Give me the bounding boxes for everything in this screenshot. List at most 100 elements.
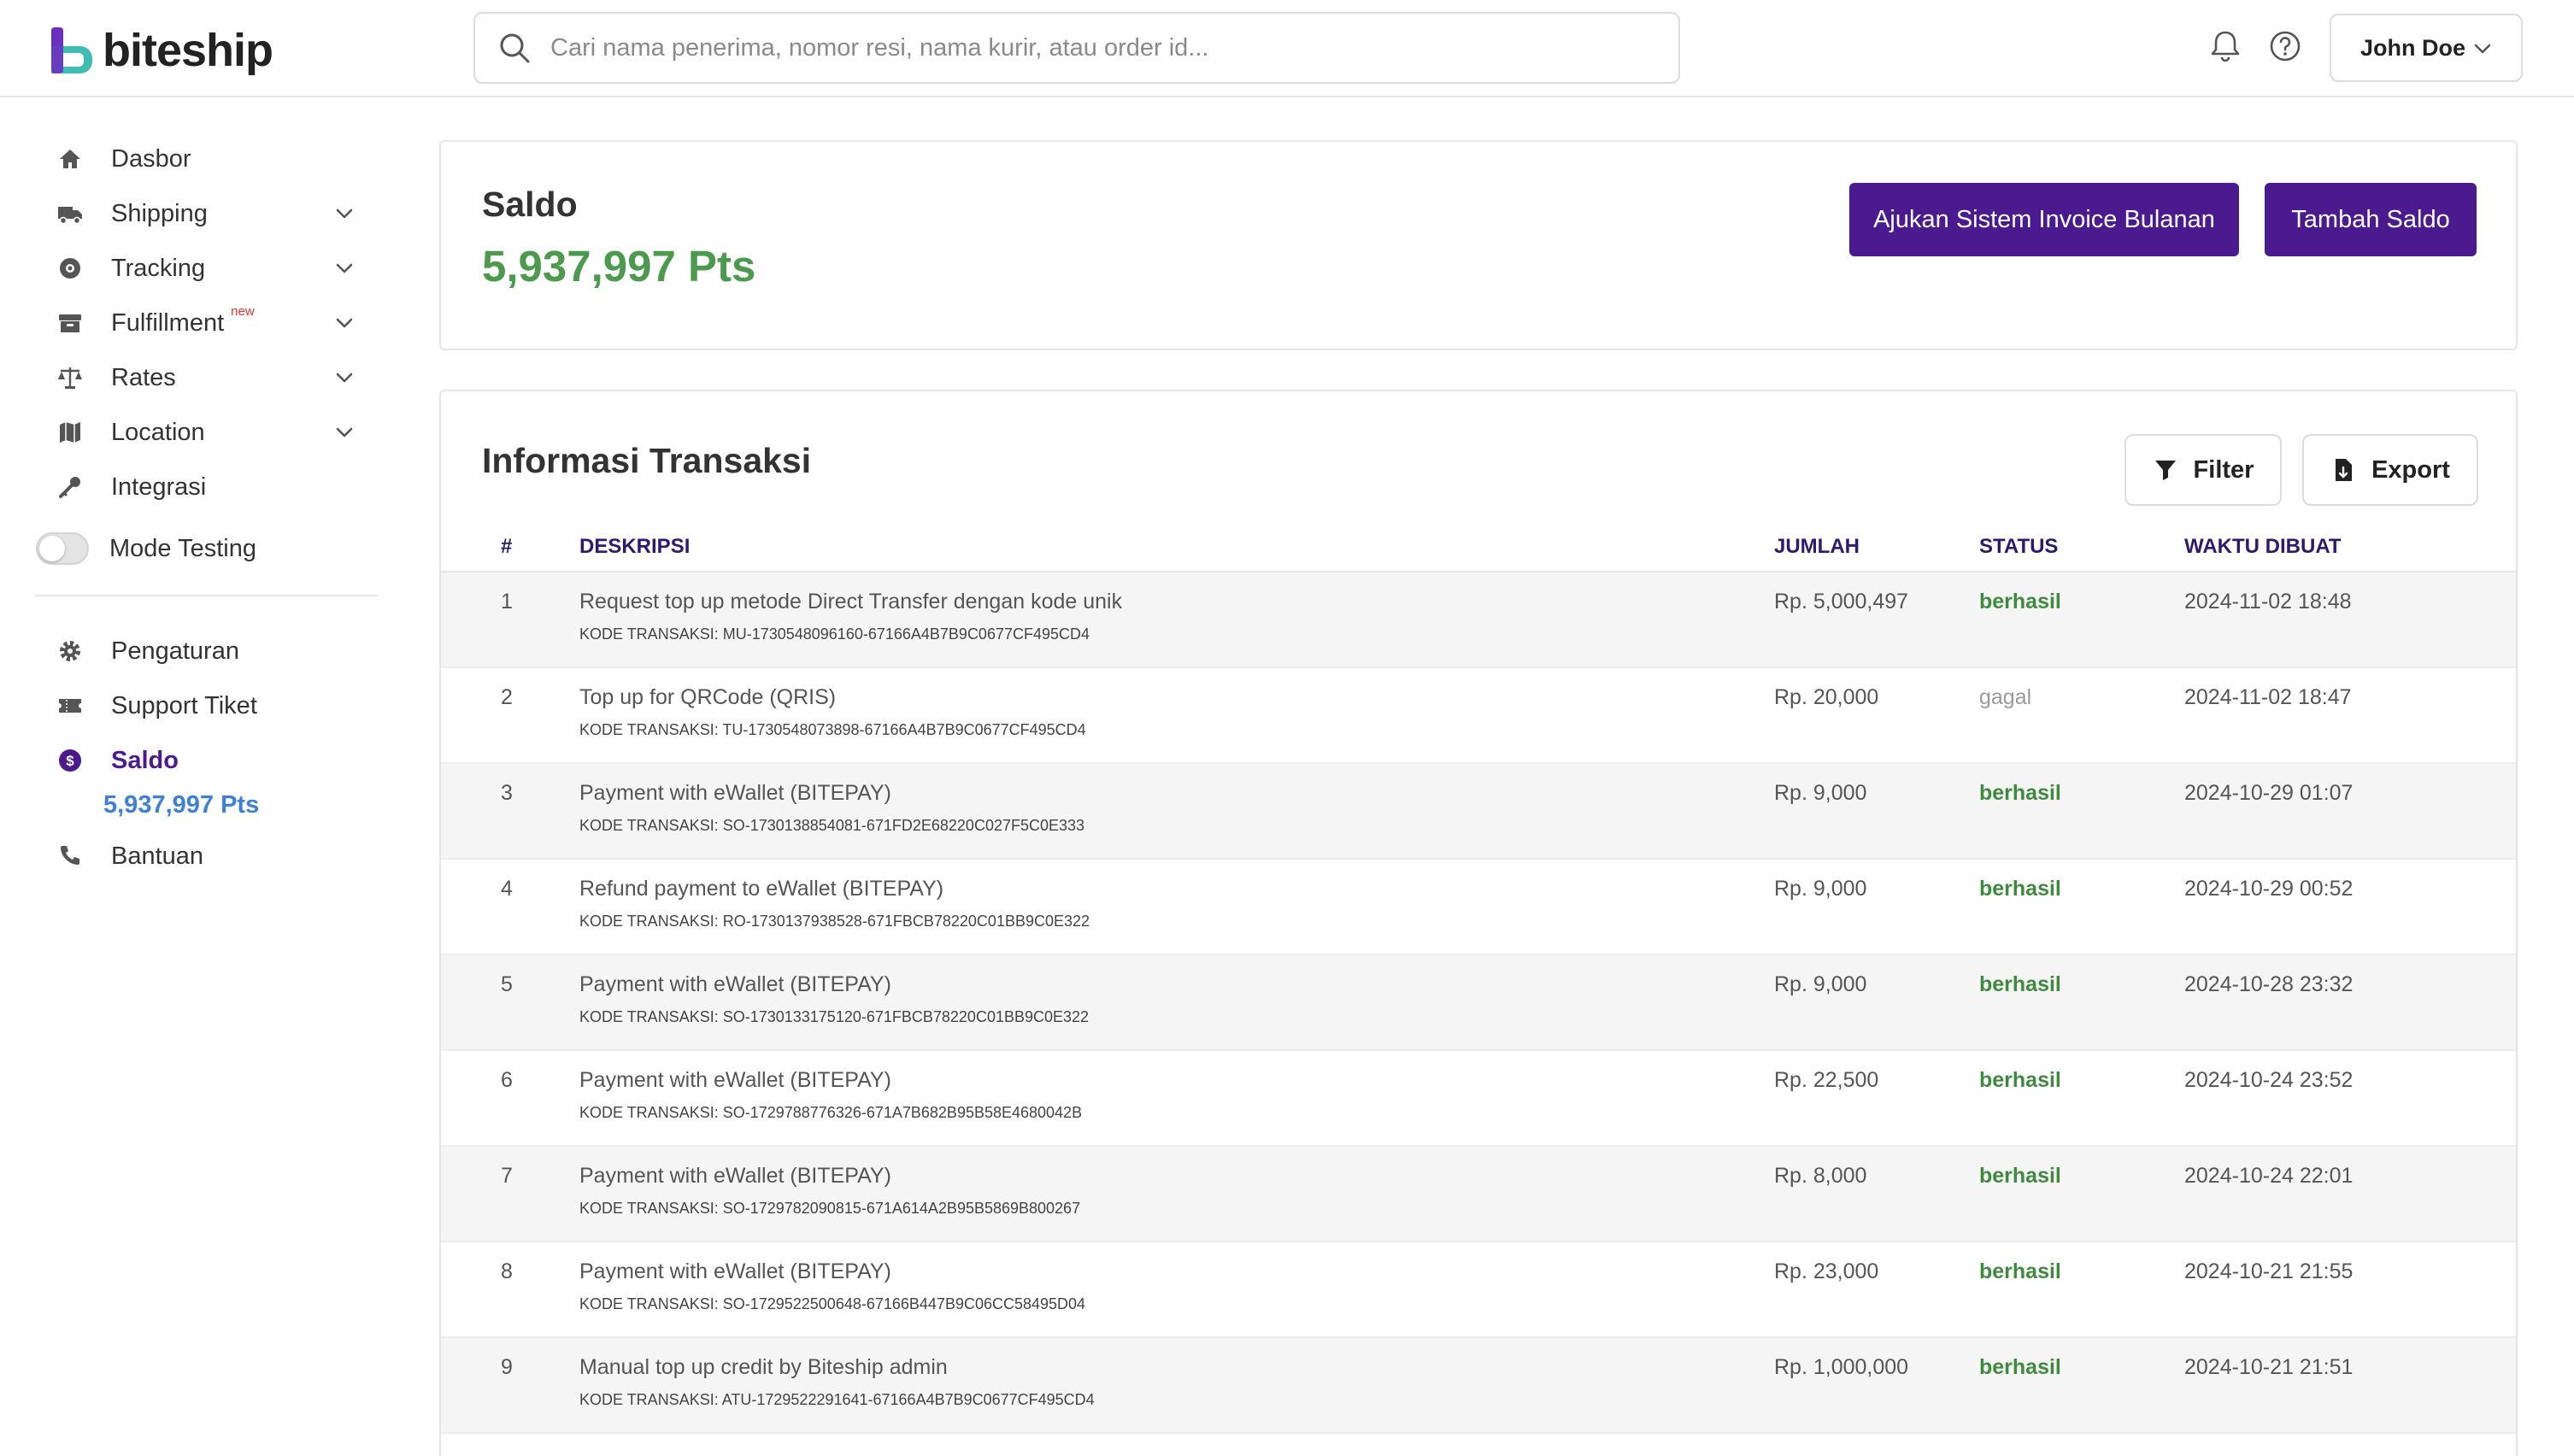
export-file-icon <box>2336 459 2353 481</box>
search-bar[interactable] <box>473 12 1680 84</box>
row-transaction-code: KODE TRANSAKSI: SO-1729782090815-671A614… <box>579 1200 1081 1217</box>
truck-icon <box>53 197 87 231</box>
row-number: 4 <box>501 877 513 901</box>
row-created-time: 2024-11-02 18:47 <box>2184 685 2352 709</box>
sidebar-item-location[interactable]: Location <box>34 407 376 458</box>
sidebar-item-label: Location <box>111 418 205 446</box>
new-badge: new <box>231 303 255 319</box>
biteship-logo[interactable]: biteship <box>51 24 273 77</box>
sidebar-item-label: Tracking <box>111 254 206 282</box>
row-description: Manual top up credit by Biteship admin <box>579 1355 948 1379</box>
row-description: Payment with eWallet (BITEPAY) <box>579 972 891 996</box>
filter-button[interactable]: Filter <box>2124 434 2282 506</box>
sidebar-item-fulfillment[interactable]: Fulfillment new <box>34 297 376 349</box>
monthly-invoice-button[interactable]: Ajukan Sistem Invoice Bulanan <box>1849 183 2239 256</box>
row-number: 6 <box>501 1068 513 1092</box>
table-row[interactable]: 7 Payment with eWallet (BITEPAY) KODE TR… <box>441 1147 2516 1242</box>
export-label: Export <box>2371 455 2450 484</box>
sidebar-item-bantuan[interactable]: Bantuan <box>34 831 376 882</box>
row-amount: Rp. 5,000,497 <box>1774 590 1909 614</box>
sidebar-item-shipping[interactable]: Shipping <box>34 188 376 239</box>
chevron-down-icon <box>336 208 353 219</box>
chevron-down-icon <box>336 318 353 328</box>
row-transaction-code: KODE TRANSAKSI: MU-1730548096160-67166A4… <box>579 625 1090 643</box>
user-name: John Doe <box>2360 34 2466 61</box>
chevron-down-icon <box>336 263 353 273</box>
ticket-icon <box>53 689 87 723</box>
export-button[interactable]: Export <box>2302 434 2478 506</box>
table-row[interactable]: 4 Refund payment to eWallet (BITEPAY) KO… <box>441 860 2516 955</box>
row-number: 2 <box>501 685 513 709</box>
row-created-time: 2024-11-02 18:48 <box>2184 590 2352 614</box>
sidebar-item-label: Bantuan <box>111 842 204 870</box>
search-icon <box>500 33 530 63</box>
column-header-status: STATUS <box>1979 535 2059 558</box>
row-created-time: 2024-10-28 23:32 <box>2184 972 2354 996</box>
table-row[interactable]: 3 Payment with eWallet (BITEPAY) KODE TR… <box>441 764 2516 860</box>
user-menu-button[interactable]: John Doe <box>2330 14 2523 82</box>
row-amount: Rp. 9,000 <box>1774 877 1867 901</box>
sidebar-item-label: Shipping <box>111 199 208 227</box>
saldo-card: Saldo 5,937,997 Pts Ajukan Sistem Invoic… <box>439 140 2518 350</box>
add-balance-button[interactable]: Tambah Saldo <box>2265 183 2477 256</box>
search-input[interactable] <box>550 33 1644 62</box>
row-created-time: 2024-10-24 23:52 <box>2184 1068 2354 1092</box>
sidebar-item-dasbor[interactable]: Dasbor <box>34 133 376 185</box>
help-icon[interactable] <box>2266 27 2304 65</box>
row-description: Payment with eWallet (BITEPAY) <box>579 781 891 805</box>
table-row[interactable]: 5 Payment with eWallet (BITEPAY) KODE TR… <box>441 955 2516 1051</box>
mode-testing-toggle[interactable] <box>36 532 89 565</box>
chevron-down-icon <box>2474 44 2491 54</box>
row-amount: Rp. 23,000 <box>1774 1259 1879 1283</box>
sidebar-balance: 5,937,997 Pts <box>103 791 260 819</box>
row-number: 8 <box>501 1259 513 1283</box>
sidebar-item-mode-testing[interactable]: Mode Testing <box>34 523 376 574</box>
row-description: Top up for QRCode (QRIS) <box>579 685 837 709</box>
row-status: berhasil <box>1979 972 2061 996</box>
row-number: 7 <box>501 1164 513 1188</box>
row-status: gagal <box>1979 685 2032 709</box>
row-amount: Rp. 9,000 <box>1774 972 1867 996</box>
sidebar-item-support-tiket[interactable]: Support Tiket <box>34 680 376 731</box>
sidebar-item-label: Integrasi <box>111 473 207 501</box>
sidebar-item-label: Rates <box>111 363 176 391</box>
sidebar-item-label: Saldo <box>111 746 179 774</box>
table-row[interactable]: 2 Top up for QRCode (QRIS) KODE TRANSAKS… <box>441 668 2516 764</box>
row-status: berhasil <box>1979 877 2061 901</box>
sidebar-item-saldo[interactable]: $ Saldo <box>34 735 376 786</box>
bell-icon[interactable] <box>2207 27 2244 65</box>
table-header: # DESKRIPSI JUMLAH STATUS WAKTU DIBUAT <box>441 520 2516 572</box>
row-description: Request top up metode Direct Transfer de… <box>579 590 1123 614</box>
sidebar-item-pengaturan[interactable]: Pengaturan <box>34 625 376 677</box>
table-row[interactable]: 6 Payment with eWallet (BITEPAY) KODE TR… <box>441 1051 2516 1147</box>
row-number: 3 <box>501 781 513 805</box>
tracking-icon <box>53 251 87 285</box>
table-row[interactable]: 9 Manual top up credit by Biteship admin… <box>441 1338 2516 1434</box>
row-transaction-code: KODE TRANSAKSI: SO-1730133175120-671FBCB… <box>579 1008 1090 1025</box>
sidebar-item-integrasi[interactable]: Integrasi <box>34 461 376 513</box>
column-header-number: # <box>501 535 513 558</box>
column-header-description: DESKRIPSI <box>579 535 691 558</box>
table-row[interactable]: 8 Payment with eWallet (BITEPAY) KODE TR… <box>441 1242 2516 1338</box>
chevron-down-icon <box>336 427 353 437</box>
transactions-card: Informasi Transaksi Filter Export # DESK… <box>439 390 2518 1456</box>
table-row[interactable]: 1 Request top up metode Direct Transfer … <box>441 572 2516 668</box>
filter-label: Filter <box>2193 455 2254 484</box>
row-created-time: 2024-10-21 21:51 <box>2184 1355 2354 1379</box>
row-amount: Rp. 8,000 <box>1774 1164 1867 1188</box>
row-transaction-code: KODE TRANSAKSI: TU-1730548073898-67166A4… <box>579 721 1086 738</box>
transactions-title: Informasi Transaksi <box>482 441 812 480</box>
row-status: berhasil <box>1979 1068 2061 1092</box>
sidebar-item-label: Dasbor <box>111 144 191 173</box>
sidebar-item-rates[interactable]: Rates <box>34 352 376 403</box>
row-created-time: 2024-10-24 22:01 <box>2184 1164 2354 1188</box>
row-amount: Rp. 22,500 <box>1774 1068 1879 1092</box>
sidebar-item-tracking[interactable]: Tracking <box>34 243 376 294</box>
row-transaction-code: KODE TRANSAKSI: SO-1730138854081-671FD2E… <box>579 817 1085 834</box>
sidebar-item-label: Support Tiket <box>111 691 257 719</box>
map-icon <box>53 415 87 449</box>
sidebar-item-label: Pengaturan <box>111 637 239 665</box>
brand-name: biteship <box>103 25 273 76</box>
row-number: 9 <box>501 1355 513 1379</box>
saldo-title: Saldo <box>482 185 578 224</box>
